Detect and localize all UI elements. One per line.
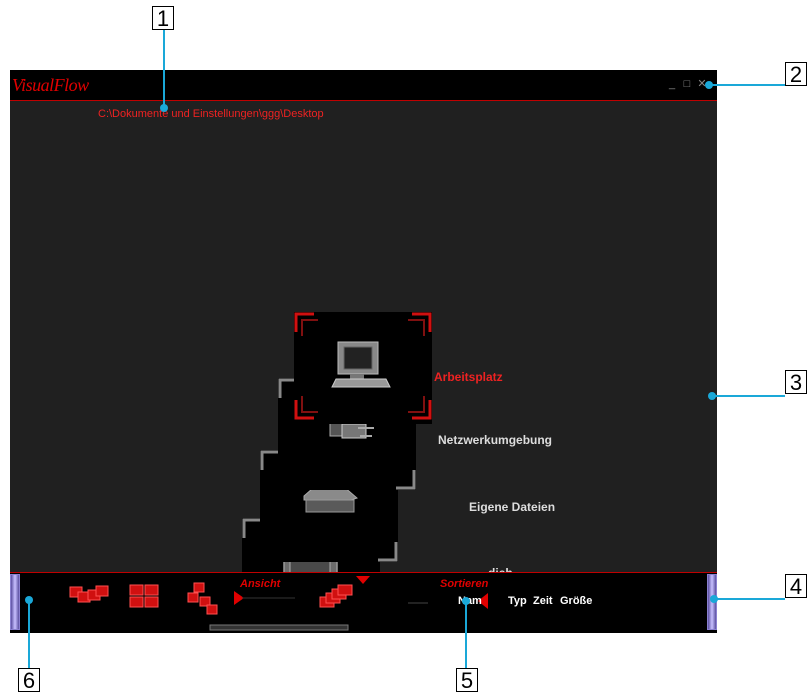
expand-arrow-icon[interactable]: [356, 576, 370, 584]
callout-1-dot: [160, 104, 168, 112]
card-frame-selected: [294, 312, 432, 420]
callout-3-dot: [708, 392, 716, 400]
toolbar-graphics: [69, 576, 488, 631]
callout-1-leader: [163, 30, 165, 106]
card-reflection: [209, 624, 349, 631]
callout-5-leader: [465, 600, 467, 668]
callout-6-leader: [28, 600, 30, 668]
callout-5: 5: [456, 668, 478, 693]
flow-view-icon[interactable]: [69, 585, 109, 603]
app-logo: VisualFlow: [12, 75, 89, 95]
minimize-icon: _: [668, 78, 676, 90]
callout-1: 1: [152, 6, 174, 31]
item-label-eigene-dateien: Eigene Dateien: [469, 500, 556, 514]
callout-2-leader: [709, 84, 785, 86]
view-slider[interactable]: [234, 591, 295, 605]
bottom-toolbar: Ansicht Sortieren Nam Typ Zeit Größe: [10, 572, 717, 633]
maximize-button[interactable]: □: [681, 78, 693, 90]
callout-5-dot: [462, 597, 470, 605]
callout-2: 2: [785, 62, 807, 87]
item-card-arbeitsplatz[interactable]: [294, 312, 432, 424]
view-label: Ansicht: [240, 578, 281, 590]
sort-label: Sortieren: [440, 578, 489, 590]
left-panel-handle[interactable]: [10, 574, 20, 630]
path-display: C:\Dokumente und Einstellungen\ggg\Deskt…: [98, 108, 324, 120]
app-window: VisualFlow _ □ ✕ C:\Dokumente und Einste…: [10, 70, 717, 633]
callout-4-leader: [714, 598, 785, 600]
title-bar[interactable]: VisualFlow _ □ ✕: [10, 70, 717, 101]
grid-view-icon[interactable]: [129, 584, 159, 608]
cascade-view-icon[interactable]: [319, 584, 353, 608]
callout-4-dot: [710, 595, 718, 603]
sort-option-type[interactable]: Typ: [508, 595, 527, 607]
computer-icon: [331, 341, 391, 388]
callout-3: 3: [785, 370, 807, 395]
callout-3-leader: [712, 395, 785, 397]
callout-6-dot: [25, 596, 33, 604]
minimize-button[interactable]: _: [666, 78, 678, 90]
callout-4: 4: [785, 574, 807, 599]
callout-6: 6: [18, 668, 40, 693]
sort-option-time[interactable]: Zeit: [533, 595, 553, 607]
item-label-netzwerkumgebung: Netzwerkumgebung: [438, 433, 553, 447]
maximize-icon: □: [683, 78, 691, 90]
stack-view-icon[interactable]: [187, 582, 218, 615]
item-label-arbeitsplatz: Arbeitsplatz: [434, 370, 503, 384]
sort-option-size[interactable]: Größe: [560, 595, 592, 607]
callout-2-dot: [705, 81, 713, 89]
